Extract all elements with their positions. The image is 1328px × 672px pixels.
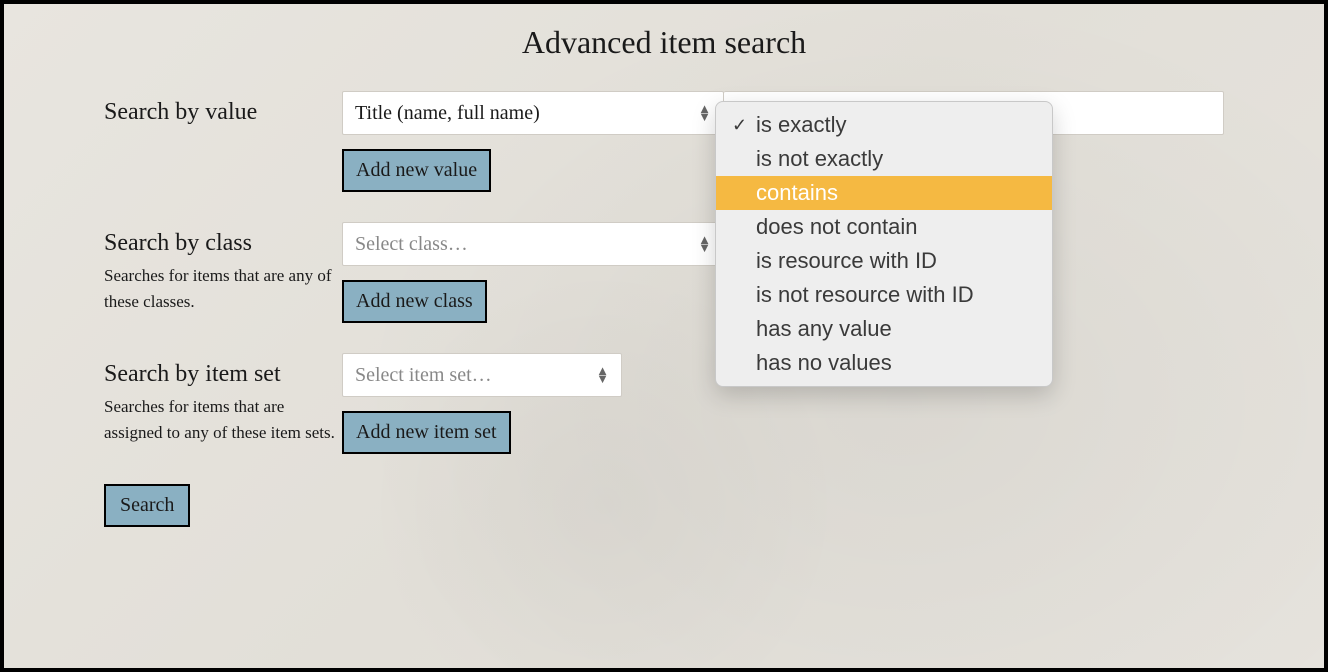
itemset-select-placeholder: Select item set… — [355, 364, 492, 387]
add-itemset-button[interactable]: Add new item set — [342, 411, 511, 454]
class-select[interactable]: Select class… ▲▼ — [342, 222, 724, 266]
page-title: Advanced item search — [104, 24, 1224, 61]
operator-option-label: is not resource with ID — [756, 282, 1036, 308]
search-by-class-row: Search by class Searches for items that … — [104, 222, 1224, 323]
search-by-value-row: Search by value Title (name, full name) … — [104, 91, 1224, 192]
search-by-itemset-row: Search by item set Searches for items th… — [104, 353, 1224, 454]
search-button[interactable]: Search — [104, 484, 190, 527]
operator-option-label: has any value — [756, 316, 1036, 342]
operator-option-label: has no values — [756, 350, 1036, 376]
operator-option-label: is resource with ID — [756, 248, 1036, 274]
operator-option[interactable]: contains — [716, 176, 1052, 210]
operator-option[interactable]: is resource with ID — [716, 244, 1052, 278]
class-label: Search by class — [104, 230, 342, 257]
property-select-value: Title (name, full name) — [355, 102, 540, 125]
operator-option-label: is not exactly — [756, 146, 1036, 172]
class-desc: Searches for items that are any of these… — [104, 263, 342, 314]
operator-option[interactable]: is not exactly — [716, 142, 1052, 176]
operator-option[interactable]: is not resource with ID — [716, 278, 1052, 312]
sort-icon: ▲▼ — [596, 367, 609, 383]
operator-option[interactable]: ✓is exactly — [716, 108, 1052, 142]
property-select[interactable]: Title (name, full name) ▲▼ — [342, 91, 724, 135]
itemset-label: Search by item set — [104, 361, 342, 388]
operator-option-label: is exactly — [756, 112, 1036, 138]
add-value-button[interactable]: Add new value — [342, 149, 491, 192]
sort-icon: ▲▼ — [698, 236, 711, 252]
itemset-desc: Searches for items that are assigned to … — [104, 394, 342, 445]
operator-option[interactable]: has any value — [716, 312, 1052, 346]
value-label: Search by value — [104, 99, 342, 126]
operator-option-label: contains — [756, 180, 1036, 206]
add-class-button[interactable]: Add new class — [342, 280, 487, 323]
sort-icon: ▲▼ — [698, 105, 711, 121]
operator-dropdown[interactable]: ✓is exactly is not exactly contains does no… — [715, 101, 1053, 387]
operator-option-label: does not contain — [756, 214, 1036, 240]
class-select-placeholder: Select class… — [355, 233, 468, 256]
operator-option[interactable]: has no values — [716, 346, 1052, 380]
itemset-select[interactable]: Select item set… ▲▼ — [342, 353, 622, 397]
check-icon: ✓ — [732, 115, 756, 136]
operator-option[interactable]: does not contain — [716, 210, 1052, 244]
